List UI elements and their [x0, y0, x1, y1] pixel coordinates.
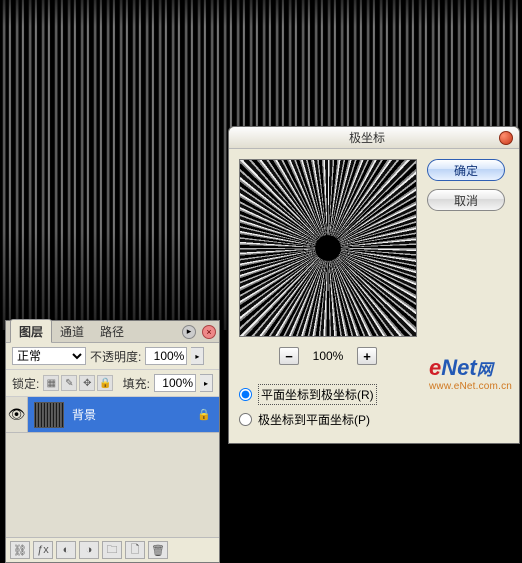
layer-thumbnail[interactable] [34, 402, 64, 428]
layer-mask-icon[interactable]: ◐ [56, 541, 76, 559]
adjustment-layer-icon[interactable]: ◑ [79, 541, 99, 559]
layer-name-label: 背景 [72, 406, 96, 423]
layers-panel-footer: ⛓ ƒx ◐ ◑ 🗀 🗋 🗑 [6, 537, 219, 562]
panel-close-icon[interactable]: × [202, 325, 216, 339]
panel-menu-icon[interactable]: ▸ [182, 325, 196, 339]
label-rect-to-polar: 平面坐标到极坐标(R) [258, 384, 377, 405]
ok-button[interactable]: 确定 [427, 159, 505, 181]
opacity-field[interactable] [145, 347, 187, 365]
preview-frame [239, 159, 417, 337]
opacity-label: 不透明度: [90, 348, 141, 365]
conversion-options: 平面坐标到极坐标(R) 极坐标到平面坐标(P) [239, 381, 509, 431]
new-layer-icon[interactable]: 🗋 [125, 541, 145, 559]
panel-tabs: 图层 通道 路径 ▸ × [6, 321, 219, 343]
option-polar-to-rect[interactable]: 极坐标到平面坐标(P) [239, 408, 509, 431]
layer-style-icon[interactable]: ƒx [33, 541, 53, 559]
tab-channels[interactable]: 通道 [52, 320, 92, 342]
link-layers-icon[interactable]: ⛓ [10, 541, 30, 559]
fill-field[interactable] [154, 374, 196, 392]
zoom-level-label: 100% [307, 349, 349, 363]
fill-label: 填充: [123, 375, 150, 392]
opacity-dropdown-icon[interactable]: ▸ [191, 347, 204, 365]
lock-pixels-icon[interactable]: ✎ [61, 375, 77, 391]
option-rect-to-polar[interactable]: 平面坐标到极坐标(R) [239, 381, 509, 408]
fill-dropdown-icon[interactable]: ▸ [200, 374, 213, 392]
layer-group-icon[interactable]: 🗀 [102, 541, 122, 559]
cancel-button[interactable]: 取消 [427, 189, 505, 211]
zoom-out-button[interactable]: − [279, 347, 299, 365]
dialog-titlebar[interactable]: 极坐标 [229, 127, 519, 149]
preview-image[interactable] [240, 159, 416, 337]
blend-mode-select[interactable]: 正常 [12, 347, 86, 365]
radio-polar-to-rect[interactable] [239, 413, 252, 426]
dialog-title-text: 极坐标 [235, 129, 499, 146]
tab-paths[interactable]: 路径 [92, 320, 132, 342]
layer-list: 👁 背景 🔒 [6, 397, 219, 537]
delete-layer-icon[interactable]: 🗑 [148, 541, 168, 559]
lock-transparent-icon[interactable]: ▦ [43, 375, 59, 391]
layer-lock-icon: 🔒 [197, 408, 211, 421]
label-polar-to-rect: 极坐标到平面坐标(P) [258, 411, 370, 428]
lock-fill-row: 锁定: ▦ ✎ ✥ 🔒 填充: ▸ [6, 370, 219, 397]
blend-opacity-row: 正常 不透明度: ▸ [6, 343, 219, 370]
visibility-eye-icon[interactable]: 👁 [6, 397, 28, 432]
dialog-close-icon[interactable] [499, 131, 513, 145]
lock-label: 锁定: [12, 375, 39, 392]
lock-position-icon[interactable]: ✥ [79, 375, 95, 391]
lock-all-icon[interactable]: 🔒 [97, 375, 113, 391]
layer-row-background[interactable]: 👁 背景 🔒 [6, 397, 219, 433]
layers-panel: 图层 通道 路径 ▸ × 正常 不透明度: ▸ 锁定: ▦ ✎ ✥ 🔒 填充: … [5, 320, 220, 563]
tab-layers[interactable]: 图层 [10, 319, 52, 343]
zoom-in-button[interactable]: + [357, 347, 377, 365]
polar-coordinates-dialog: 极坐标 − 100% + 确定 取消 平面坐标到极坐标(R) 极坐标到平面坐标(… [228, 126, 520, 444]
radio-rect-to-polar[interactable] [239, 388, 252, 401]
